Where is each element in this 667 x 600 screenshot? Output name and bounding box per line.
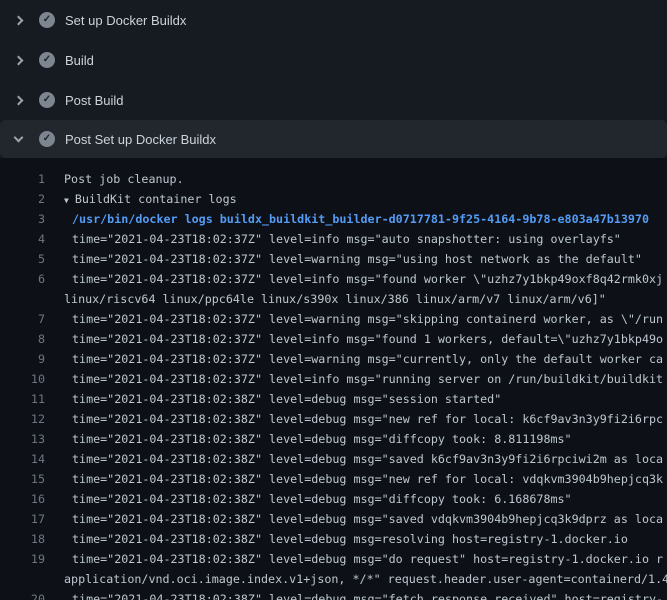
log-line: 19 time="2021-04-23T18:02:38Z" level=debu… — [0, 549, 667, 569]
step-header-post-set-up-docker-buildx[interactable]: ✓ Post Set up Docker Buildx — [0, 120, 667, 158]
log-line: 2 ▼ BuildKit container logs — [0, 189, 667, 209]
group-title[interactable]: BuildKit container logs — [75, 192, 237, 206]
log-text: linux/riscv64 linux/ppc64le linux/s390x … — [64, 289, 606, 309]
line-number[interactable]: 5 — [0, 249, 45, 269]
line-number[interactable]: 15 — [0, 469, 45, 489]
log-text: time="2021-04-23T18:02:37Z" level=info m… — [72, 229, 621, 249]
line-number[interactable]: 10 — [0, 369, 45, 389]
check-circle-icon: ✓ — [39, 12, 55, 28]
log-text: time="2021-04-23T18:02:38Z" level=debug … — [72, 549, 663, 569]
line-number[interactable]: 14 — [0, 449, 45, 469]
log-text: time="2021-04-23T18:02:38Z" level=debug … — [72, 389, 501, 409]
line-number[interactable]: 19 — [0, 549, 45, 569]
log-text: time="2021-04-23T18:02:38Z" level=debug … — [72, 529, 628, 549]
line-number[interactable]: 9 — [0, 349, 45, 369]
chevron-right-icon — [13, 55, 23, 65]
log-text: time="2021-04-23T18:02:38Z" level=debug … — [72, 429, 572, 449]
line-number[interactable]: 1 — [0, 169, 45, 189]
chevron-right-icon — [13, 95, 23, 105]
log-text: time="2021-04-23T18:02:37Z" level=warnin… — [72, 349, 663, 369]
log-line: 12 time="2021-04-23T18:02:38Z" level=debu… — [0, 409, 667, 429]
chevron-box — [13, 57, 23, 64]
log-line: 10 time="2021-04-23T18:02:37Z" level=info… — [0, 369, 667, 389]
check-mark-icon: ✓ — [43, 55, 51, 65]
collapse-triangle-icon[interactable]: ▼ — [64, 196, 69, 205]
log-line: 14 time="2021-04-23T18:02:38Z" level=debu… — [0, 449, 667, 469]
log-text: time="2021-04-23T18:02:38Z" level=debug … — [72, 469, 663, 489]
log-line: 1 Post job cleanup. — [0, 169, 667, 189]
log-line: 5 time="2021-04-23T18:02:37Z" level=warni… — [0, 249, 667, 269]
log-line: 9 time="2021-04-23T18:02:37Z" level=warni… — [0, 349, 667, 369]
chevron-right-icon — [13, 15, 23, 25]
log-line: 15 time="2021-04-23T18:02:38Z" level=debu… — [0, 469, 667, 489]
step-header-set-up-docker-buildx[interactable]: ✓ Set up Docker Buildx — [0, 0, 667, 40]
log-line: 8 time="2021-04-23T18:02:37Z" level=info … — [0, 329, 667, 349]
line-number[interactable]: 3 — [0, 209, 45, 229]
check-circle-icon: ✓ — [39, 92, 55, 108]
line-number[interactable]: 18 — [0, 529, 45, 549]
log-text: time="2021-04-23T18:02:37Z" level=info m… — [72, 269, 663, 289]
step-header-post-build[interactable]: ✓ Post Build — [0, 80, 667, 120]
line-number[interactable]: 6 — [0, 269, 45, 289]
log-line: 13 time="2021-04-23T18:02:38Z" level=debu… — [0, 429, 667, 449]
line-number[interactable]: 11 — [0, 389, 45, 409]
command-text: /usr/bin/docker logs buildx_buildkit_bui… — [72, 209, 649, 229]
log-line: 17 time="2021-04-23T18:02:38Z" level=debu… — [0, 509, 667, 529]
line-number[interactable]: 8 — [0, 329, 45, 349]
line-number[interactable]: 7 — [0, 309, 45, 329]
log-text: application/vnd.oci.image.index.v1+json,… — [64, 569, 667, 589]
step-title: Post Build — [65, 93, 124, 108]
line-number[interactable]: 20 — [0, 589, 45, 600]
line-number[interactable]: 17 — [0, 509, 45, 529]
step-header-build[interactable]: ✓ Build — [0, 40, 667, 80]
log-line: 3/usr/bin/docker logs buildx_buildkit_bu… — [0, 209, 667, 229]
log-text: Post job cleanup. — [64, 169, 184, 189]
log-text: time="2021-04-23T18:02:38Z" level=debug … — [72, 589, 663, 600]
log-text: time="2021-04-23T18:02:37Z" level=warnin… — [72, 309, 663, 329]
line-number[interactable]: 2 — [0, 189, 45, 209]
line-number[interactable]: 16 — [0, 489, 45, 509]
log-line: 20 time="2021-04-23T18:02:38Z" level=debu… — [0, 589, 667, 600]
log-line: application/vnd.oci.image.index.v1+json,… — [0, 569, 667, 589]
log-line: 11 time="2021-04-23T18:02:38Z" level=debu… — [0, 389, 667, 409]
log-line: linux/riscv64 linux/ppc64le linux/s390x … — [0, 289, 667, 309]
steps-list: ✓ Set up Docker Buildx ✓ Build ✓ Post Bu… — [0, 0, 667, 158]
check-mark-icon: ✓ — [43, 95, 51, 105]
check-mark-icon: ✓ — [43, 15, 51, 25]
step-title: Post Set up Docker Buildx — [65, 132, 216, 147]
actions-log-viewer: ✓ Set up Docker Buildx ✓ Build ✓ Post Bu… — [0, 0, 667, 600]
line-number — [0, 569, 45, 589]
log-group-row[interactable]: ▼ BuildKit container logs — [64, 189, 237, 209]
log-line: 6 time="2021-04-23T18:02:37Z" level=info … — [0, 269, 667, 289]
step-title: Build — [65, 53, 94, 68]
line-number[interactable]: 13 — [0, 429, 45, 449]
log-text: time="2021-04-23T18:02:38Z" level=debug … — [72, 509, 663, 529]
check-circle-icon: ✓ — [39, 131, 55, 147]
line-number[interactable]: 12 — [0, 409, 45, 429]
chevron-box — [13, 97, 23, 104]
log-text: time="2021-04-23T18:02:38Z" level=debug … — [72, 409, 663, 429]
log-line: 7 time="2021-04-23T18:02:37Z" level=warni… — [0, 309, 667, 329]
log-line: 4 time="2021-04-23T18:02:37Z" level=info … — [0, 229, 667, 249]
log-output: 1 Post job cleanup. 2 ▼ BuildKit container l… — [0, 158, 667, 600]
step-title: Set up Docker Buildx — [65, 13, 186, 28]
log-line: 18 time="2021-04-23T18:02:38Z" level=debu… — [0, 529, 667, 549]
line-number[interactable]: 4 — [0, 229, 45, 249]
log-text: time="2021-04-23T18:02:38Z" level=debug … — [72, 489, 572, 509]
check-mark-icon: ✓ — [43, 134, 51, 144]
log-text: time="2021-04-23T18:02:37Z" level=info m… — [72, 329, 663, 349]
chevron-box — [13, 137, 23, 141]
check-circle-icon: ✓ — [39, 52, 55, 68]
chevron-box — [13, 17, 23, 24]
log-line: 16 time="2021-04-23T18:02:38Z" level=debu… — [0, 489, 667, 509]
log-text: time="2021-04-23T18:02:37Z" level=warnin… — [72, 249, 642, 269]
log-text: time="2021-04-23T18:02:38Z" level=debug … — [72, 449, 663, 469]
chevron-down-icon — [13, 133, 23, 143]
log-text: time="2021-04-23T18:02:37Z" level=info m… — [72, 369, 663, 389]
line-number — [0, 289, 45, 309]
